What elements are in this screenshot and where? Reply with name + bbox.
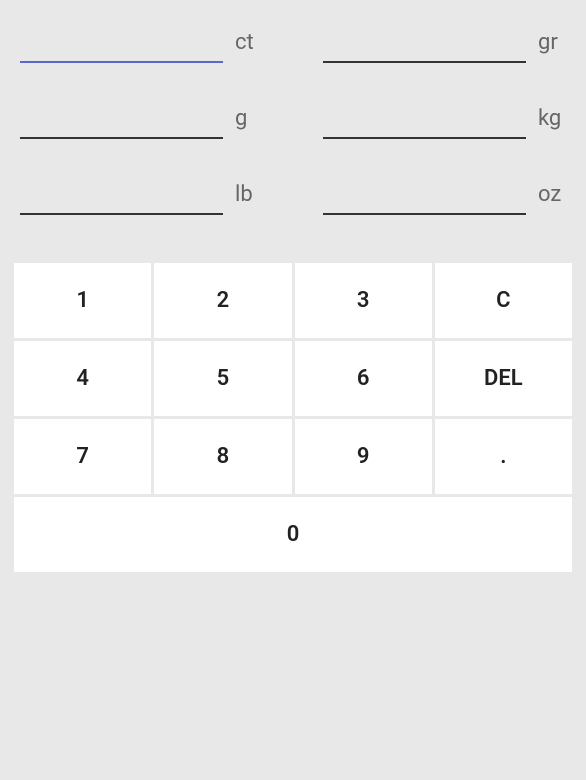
key-6[interactable]: 6 — [295, 341, 432, 416]
unit-label-lb: lb — [235, 182, 263, 207]
input-wrap — [323, 177, 526, 215]
keypad: 1 2 3 C 4 5 6 DEL 7 8 9 . 0 — [0, 263, 586, 572]
input-wrap — [20, 177, 223, 215]
input-wrap — [20, 25, 223, 63]
key-4[interactable]: 4 — [14, 341, 151, 416]
input-wrap — [20, 101, 223, 139]
unit-label-g: g — [235, 106, 263, 131]
field-gr: gr — [323, 25, 566, 63]
key-clear[interactable]: C — [435, 263, 572, 338]
key-9[interactable]: 9 — [295, 419, 432, 494]
key-0[interactable]: 0 — [14, 497, 572, 572]
key-2[interactable]: 2 — [154, 263, 291, 338]
key-1[interactable]: 1 — [14, 263, 151, 338]
keypad-grid: 1 2 3 C 4 5 6 DEL 7 8 9 . 0 — [14, 263, 572, 572]
unit-label-ct: ct — [235, 30, 263, 55]
key-8[interactable]: 8 — [154, 419, 291, 494]
input-wrap — [323, 25, 526, 63]
key-decimal[interactable]: . — [435, 419, 572, 494]
field-lb: lb — [20, 177, 263, 215]
unit-input-grid: ct gr g kg lb oz — [0, 0, 586, 245]
unit-label-kg: kg — [538, 106, 566, 131]
key-3[interactable]: 3 — [295, 263, 432, 338]
input-gr[interactable] — [323, 25, 526, 63]
field-g: g — [20, 101, 263, 139]
input-lb[interactable] — [20, 177, 223, 215]
field-oz: oz — [323, 177, 566, 215]
key-7[interactable]: 7 — [14, 419, 151, 494]
field-ct: ct — [20, 25, 263, 63]
unit-label-oz: oz — [538, 182, 566, 207]
input-oz[interactable] — [323, 177, 526, 215]
input-g[interactable] — [20, 101, 223, 139]
input-kg[interactable] — [323, 101, 526, 139]
key-5[interactable]: 5 — [154, 341, 291, 416]
input-wrap — [323, 101, 526, 139]
unit-label-gr: gr — [538, 30, 566, 55]
key-delete[interactable]: DEL — [435, 341, 572, 416]
field-kg: kg — [323, 101, 566, 139]
input-ct[interactable] — [20, 25, 223, 63]
